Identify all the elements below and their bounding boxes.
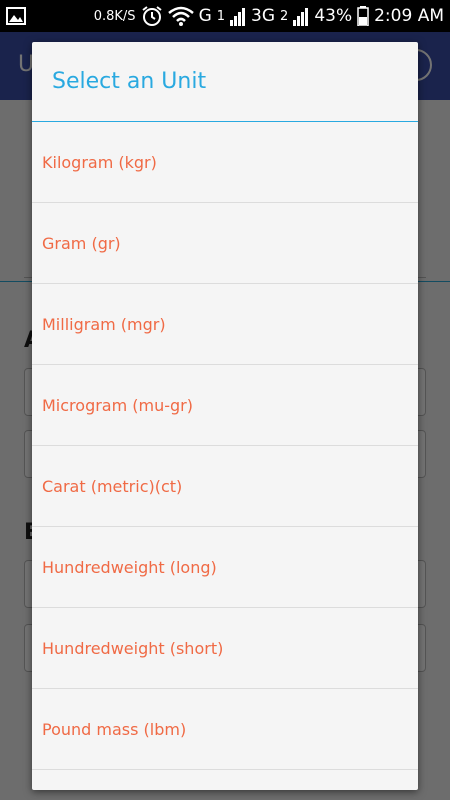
unit-select-dialog: Select an Unit Kilogram (kgr) Gram (gr) … (32, 42, 418, 790)
wifi-icon (167, 6, 194, 26)
unit-option-hundredweight-short[interactable]: Hundredweight (short) (32, 608, 418, 689)
alarm-icon (141, 5, 163, 27)
signal-icon (293, 6, 309, 26)
signal-icon (230, 6, 246, 26)
battery-icon (357, 6, 369, 26)
status-bar: 0.8K/S G 1 3G 2 43% 2:09 AM (0, 0, 450, 32)
image-icon (6, 7, 26, 25)
clock: 2:09 AM (374, 6, 444, 26)
unit-option-gram[interactable]: Gram (gr) (32, 203, 418, 284)
unit-option-kilogram[interactable]: Kilogram (kgr) (32, 122, 418, 203)
unit-option-hundredweight-long[interactable]: Hundredweight (long) (32, 527, 418, 608)
unit-option-microgram[interactable]: Microgram (mu-gr) (32, 365, 418, 446)
sim1-index: 1 (216, 8, 226, 24)
battery-percent: 43% (314, 6, 353, 26)
sim2-network: 3G (251, 6, 276, 26)
network-speed: 0.8K/S (93, 8, 136, 24)
unit-option-carat[interactable]: Carat (metric)(ct) (32, 446, 418, 527)
sim2-index: 2 (280, 8, 289, 24)
dialog-title: Select an Unit (32, 42, 418, 122)
sim1-network: G (198, 6, 212, 26)
unit-option-milligram[interactable]: Milligram (mgr) (32, 284, 418, 365)
unit-list: Kilogram (kgr) Gram (gr) Milligram (mgr)… (32, 122, 418, 770)
unit-option-pound-mass[interactable]: Pound mass (lbm) (32, 689, 418, 770)
